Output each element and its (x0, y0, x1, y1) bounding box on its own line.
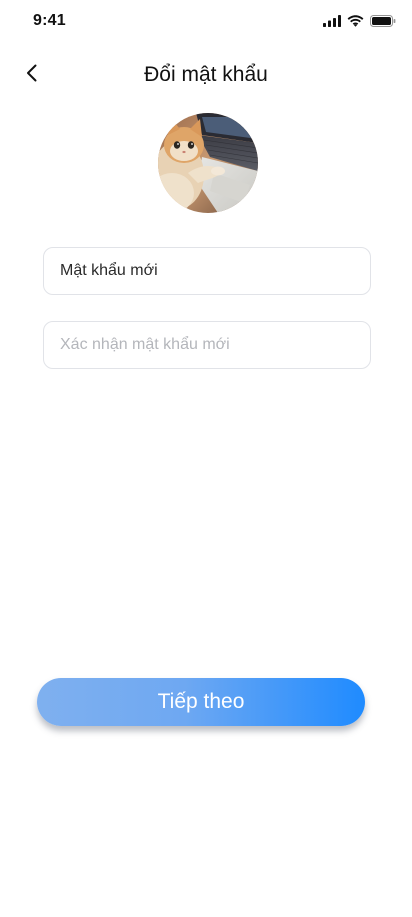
new-password-input[interactable] (44, 248, 370, 294)
avatar-cat-photo (158, 113, 258, 213)
cellular-signal-icon (323, 14, 341, 32)
battery-icon (370, 14, 396, 32)
confirm-password-field[interactable] (43, 321, 371, 369)
header: Đổi mật khẩu (0, 55, 412, 95)
confirm-password-input[interactable] (44, 322, 370, 368)
status-bar: 9:41 (0, 0, 412, 44)
status-time: 9:41 (33, 12, 66, 29)
next-button[interactable]: Tiếp theo (37, 678, 365, 726)
avatar[interactable] (158, 113, 258, 213)
status-icons (323, 14, 396, 32)
wifi-icon (347, 14, 364, 32)
page-title: Đổi mật khẩu (144, 63, 268, 86)
new-password-field[interactable] (43, 247, 371, 295)
